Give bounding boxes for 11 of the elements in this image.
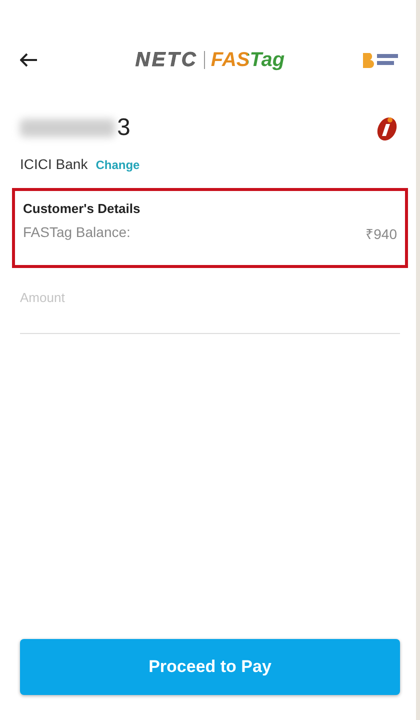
back-icon[interactable]: [20, 53, 38, 67]
balance-value: ₹940: [366, 225, 397, 243]
amount-field[interactable]: Amount: [20, 290, 400, 334]
bank-name: ICICI Bank: [20, 156, 88, 172]
details-title: Customer's Details: [23, 201, 142, 216]
change-link[interactable]: Change: [96, 158, 140, 172]
proceed-button[interactable]: Proceed to Pay: [20, 639, 400, 695]
netc-logo: NETC: [135, 48, 198, 72]
vehicle-number: 3: [117, 114, 130, 142]
billpay-logo-icon: [362, 51, 400, 69]
balance-label: FASTag Balance:: [23, 224, 130, 242]
